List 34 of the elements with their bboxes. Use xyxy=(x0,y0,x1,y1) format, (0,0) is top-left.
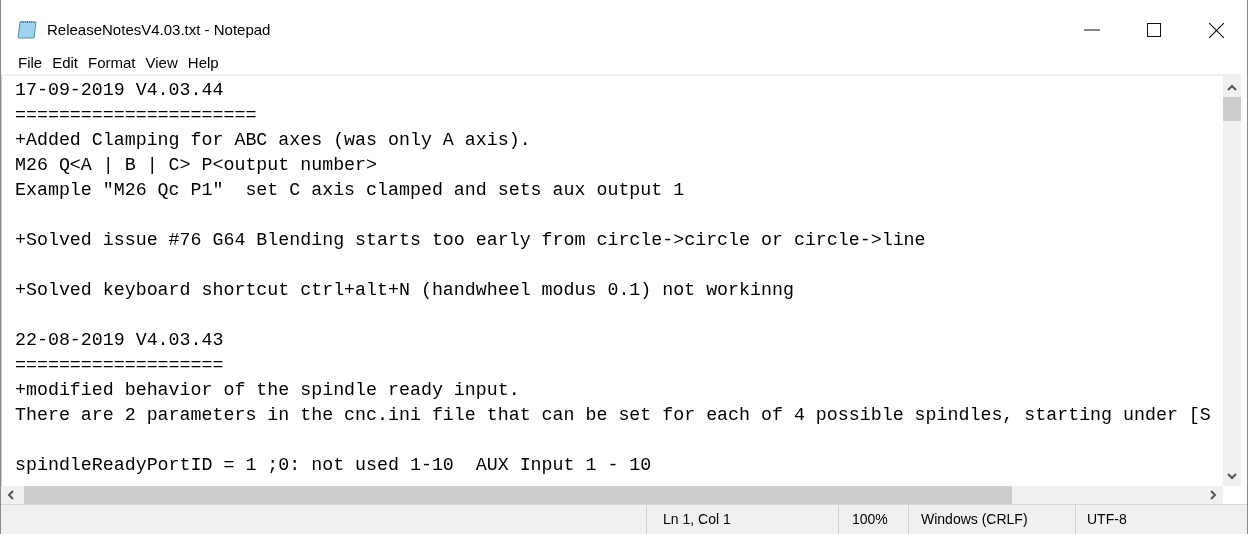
menu-item[interactable]: File xyxy=(13,53,48,73)
scroll-left-icon[interactable] xyxy=(7,490,14,500)
text-line: M26 Q<A | B | C> P<output number> xyxy=(15,154,378,177)
zoom-level: 100% xyxy=(852,510,888,529)
menu-item[interactable]: Format xyxy=(83,53,141,73)
vertical-scrollbar[interactable] xyxy=(1223,76,1241,486)
text-line: =================== xyxy=(15,354,224,377)
text-line: There are 2 parameters in the cnc.ini file that can be set for each of 4 possible spindles, starting under [S xyxy=(15,404,1211,427)
scroll-down-icon[interactable] xyxy=(1227,473,1237,480)
cursor-position: Ln 1, Col 1 xyxy=(663,510,731,529)
scroll-up-icon[interactable] xyxy=(1227,84,1237,91)
line-ending: Windows (CRLF) xyxy=(921,510,1028,529)
text-line: spindleReadyPortID = 1 ;0: not used 1-10 AUX Input 1 - 10 xyxy=(15,454,652,477)
text-line: +Added Clamping for ABC axes (was only A axis). xyxy=(15,129,531,152)
notepad-icon xyxy=(17,20,39,40)
text-line: +modified behavior of the spindle ready input. xyxy=(15,379,520,402)
text-line: 17-09-2019 V4.03.44 xyxy=(15,79,224,102)
maximize-icon xyxy=(1147,23,1161,37)
text-line: Example "M26 Qc P1" set C axis clamped and sets aux output 1 xyxy=(15,179,685,202)
menu-item[interactable]: View xyxy=(140,53,183,73)
encoding: UTF-8 xyxy=(1087,510,1127,529)
text-line: ====================== xyxy=(15,104,257,127)
scroll-thumb[interactable] xyxy=(24,486,1012,504)
text-line: +Solved keyboard shortcut ctrl+alt+N (handwheel modus 0.1) not workinng xyxy=(15,279,794,302)
window-title: ReleaseNotesV4.03.txt - Notepad xyxy=(47,19,271,40)
horizontal-scrollbar[interactable] xyxy=(1,486,1223,504)
scroll-thumb[interactable] xyxy=(1223,97,1241,121)
menu-item[interactable]: Help xyxy=(182,53,224,73)
text-line: 22-08-2019 V4.03.43 xyxy=(15,329,224,352)
text-line: +Solved issue #76 G64 Blending starts too early from circle->circle or circle->line xyxy=(15,229,926,252)
scroll-right-icon[interactable] xyxy=(1210,490,1217,500)
close-icon xyxy=(1208,22,1224,38)
minimize-icon xyxy=(1084,29,1100,31)
menu-item[interactable]: Edit xyxy=(47,53,84,73)
